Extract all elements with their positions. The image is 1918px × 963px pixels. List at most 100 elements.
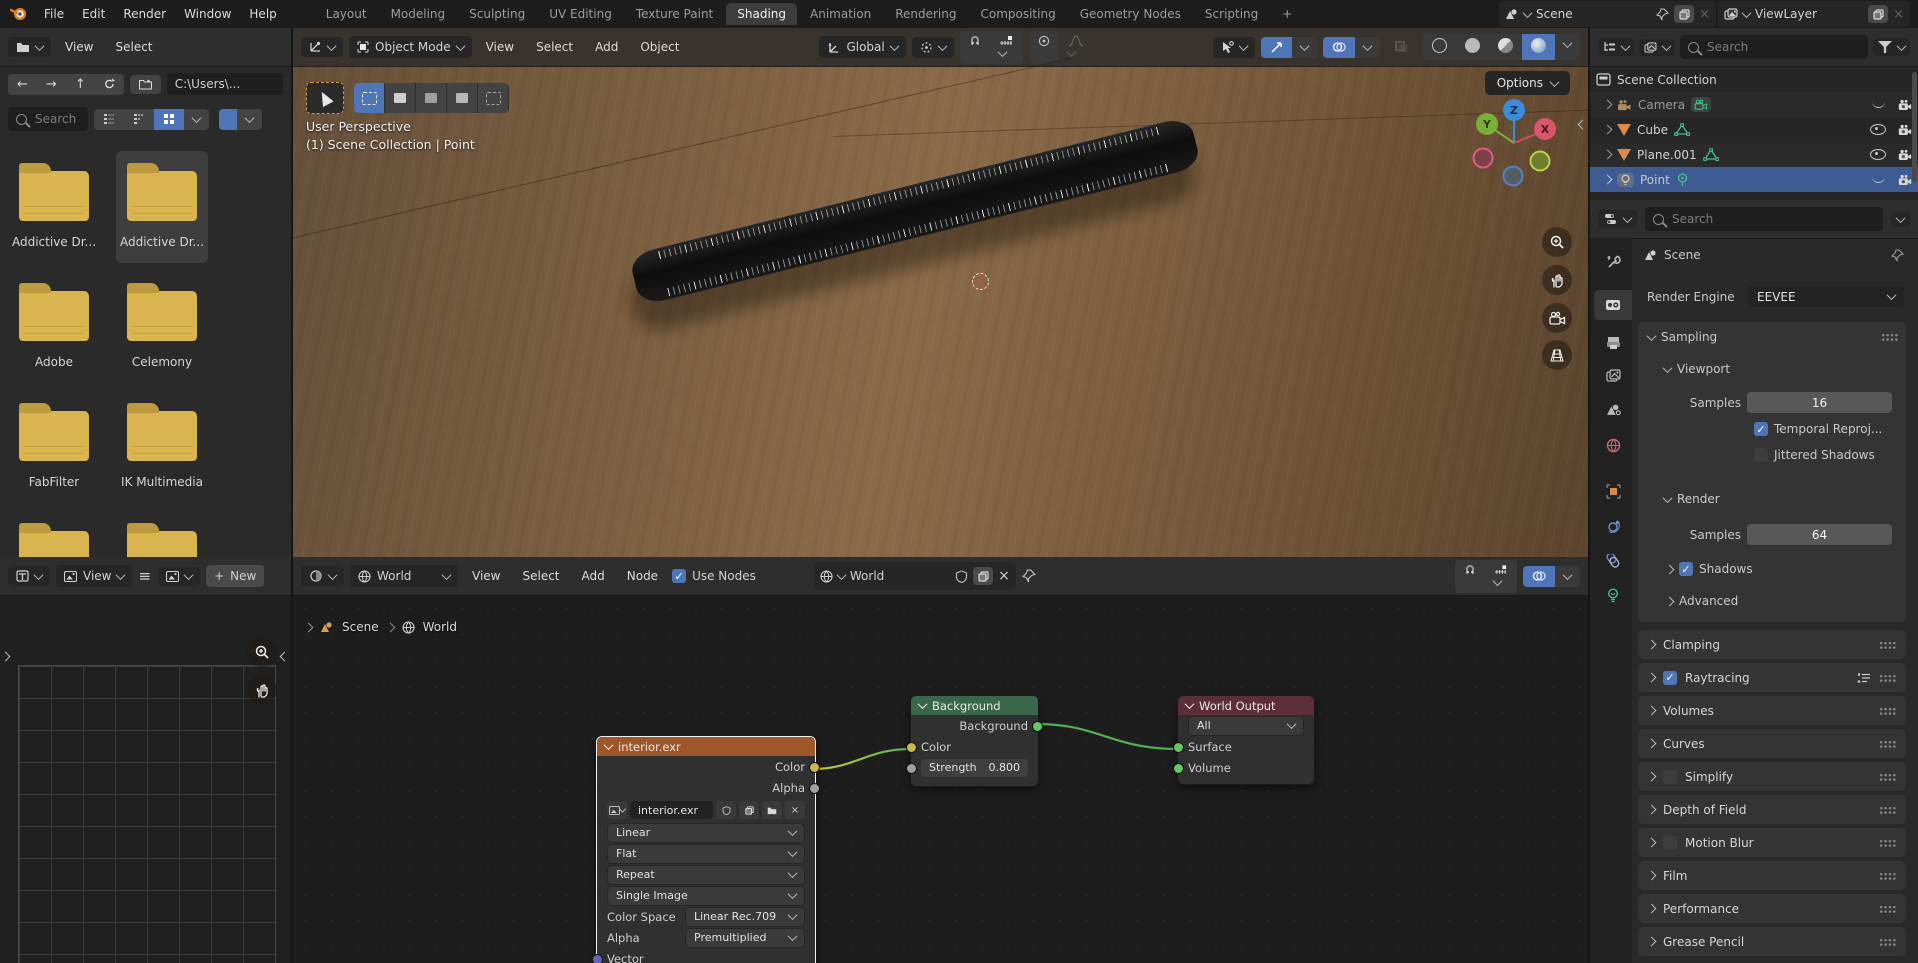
proportional-edit-button[interactable] (1029, 31, 1059, 64)
file-search-text[interactable] (33, 111, 80, 127)
world-datablock-selector[interactable]: World × (814, 562, 1016, 590)
object-type-visibility-dropdown[interactable] (1213, 37, 1255, 58)
drag-grip-icon[interactable] (1879, 806, 1896, 814)
strength-input-socket[interactable] (906, 763, 917, 774)
node-snap-toggle[interactable] (1455, 560, 1485, 593)
image-canvas-grid[interactable] (18, 665, 276, 963)
outliner-row-camera[interactable]: Camera (1590, 92, 1918, 117)
extension-dropdown[interactable]: Repeat (607, 865, 805, 885)
node-header[interactable]: interior.exr (597, 737, 815, 756)
node-header[interactable]: World Output (1178, 696, 1314, 715)
background-output-socket[interactable] (1032, 721, 1043, 732)
temporal-reprojection-row[interactable]: ✓ Temporal Reproj... (1754, 422, 1882, 436)
section-motion-blur[interactable]: Motion Blur (1638, 828, 1906, 857)
viewport-zoom-button[interactable] (1542, 227, 1572, 257)
menu-render[interactable]: Render (115, 4, 174, 24)
section-depth-of-field[interactable]: Depth of Field (1638, 795, 1906, 824)
folder-tile[interactable]: Addictive Dr... (8, 151, 100, 263)
outliner-scrollbar[interactable] (1912, 72, 1917, 182)
drag-grip-icon[interactable] (1879, 905, 1896, 913)
snap-settings-dropdown[interactable] (990, 31, 1023, 64)
render-samples-value[interactable]: 64 (1747, 524, 1892, 545)
mesh-data-icon[interactable] (1674, 123, 1690, 137)
shader-menu-view[interactable]: View (464, 566, 508, 586)
pin-datablock-icon[interactable] (1022, 569, 1036, 583)
shadows-checkbox[interactable]: ✓ (1679, 562, 1693, 576)
viewlayer-selector[interactable]: ViewLayer × (1718, 1, 1910, 27)
parent-dir-button[interactable]: ↑ (66, 74, 95, 95)
color-space-dropdown[interactable]: Linear Rec.709 (685, 907, 805, 927)
folder-tile[interactable]: FabFilter (8, 391, 100, 503)
tab-constraints[interactable] (1594, 546, 1632, 576)
drag-grip-icon[interactable] (1879, 641, 1896, 649)
tab-rendering[interactable]: Rendering (884, 3, 967, 25)
strength-field[interactable]: Strength 0.800 (921, 759, 1028, 777)
file-menu-view[interactable]: View (57, 37, 101, 57)
disable-render-toggle-camera-icon[interactable] (1898, 124, 1912, 136)
node-background[interactable]: Background Background Color Strength 0.8… (910, 695, 1039, 787)
color-output-socket[interactable] (809, 762, 820, 773)
shader-type-dropdown[interactable]: World (350, 565, 458, 587)
drag-grip-icon[interactable] (1879, 872, 1896, 880)
properties-search-input[interactable] (1645, 207, 1883, 231)
chevron-right-icon[interactable] (304, 622, 314, 632)
shading-wireframe-button[interactable] (1423, 34, 1456, 60)
fake-user-shield-button[interactable] (716, 801, 736, 819)
unlink-image-button[interactable]: × (785, 801, 805, 819)
drag-grip-icon[interactable] (1879, 707, 1896, 715)
outliner-row-cube[interactable]: Cube (1590, 117, 1918, 142)
tab-physics[interactable] (1594, 511, 1632, 541)
shield-icon[interactable] (955, 570, 968, 583)
viewport-subpanel-header[interactable]: Viewport (1664, 362, 1730, 376)
folder-tile[interactable]: Adobe (8, 271, 100, 383)
shader-menu-select[interactable]: Select (514, 566, 567, 586)
expand-arrow-icon[interactable] (1603, 125, 1613, 135)
select-mode-invert[interactable] (447, 83, 478, 113)
shading-rendered-button[interactable] (1522, 34, 1555, 60)
open-image-folder-button[interactable] (762, 801, 782, 819)
copy-image-button[interactable] (739, 801, 759, 819)
node-snap-settings-dropdown[interactable] (1485, 560, 1517, 593)
use-nodes-toggle[interactable]: ✓ Use Nodes (672, 569, 756, 583)
vector-input-socket[interactable] (592, 954, 603, 963)
gizmo-settings-dropdown[interactable] (1292, 37, 1317, 58)
section-raytracing[interactable]: ✓ Raytracing (1638, 663, 1906, 692)
pin-icon[interactable] (1656, 8, 1669, 21)
surface-input-socket[interactable] (1173, 742, 1184, 753)
hide-viewport-toggle-eye-icon[interactable] (1870, 124, 1886, 135)
viewport-samples-value[interactable]: 16 (1747, 392, 1892, 413)
editor-type-button[interactable] (301, 566, 344, 586)
menu-file[interactable]: File (36, 4, 72, 24)
tab-scene[interactable] (1594, 394, 1632, 424)
motion-blur-checkbox[interactable] (1663, 836, 1677, 850)
folder-tile-selected[interactable]: Addictive Dr... (116, 151, 208, 263)
drag-grip-icon[interactable] (1879, 740, 1896, 748)
mode-dropdown[interactable]: Object Mode (349, 36, 472, 58)
section-clamping[interactable]: Clamping (1638, 630, 1906, 659)
show-gizmo-button[interactable] (1261, 37, 1292, 58)
display-vertical-list-button[interactable] (94, 109, 124, 130)
tab-output[interactable] (1594, 328, 1632, 358)
file-menu-select[interactable]: Select (107, 37, 160, 57)
node-header[interactable]: Background (911, 696, 1038, 715)
outliner-search-text[interactable] (1705, 39, 1860, 55)
node-overlays-dropdown[interactable] (1555, 566, 1580, 587)
image-browse-dropdown[interactable] (607, 801, 627, 819)
node-overlays-button[interactable] (1523, 566, 1555, 587)
simplify-checkbox[interactable] (1663, 770, 1677, 784)
options-button[interactable]: Options (1485, 71, 1570, 95)
folder-tile-partial[interactable] (8, 511, 100, 557)
section-curves[interactable]: Curves (1638, 729, 1906, 758)
interpolation-dropdown[interactable]: Linear (607, 823, 805, 843)
outliner-row-scene-collection[interactable]: Scene Collection (1590, 67, 1918, 92)
new-copy-icon[interactable] (973, 567, 993, 585)
drag-grip-icon[interactable] (1879, 938, 1896, 946)
projection-dropdown[interactable]: Flat (607, 844, 805, 864)
filter-settings-dropdown[interactable] (237, 109, 262, 130)
outliner-display-mode-dropdown[interactable] (1598, 38, 1634, 56)
panel-collapse-arrow[interactable] (281, 649, 288, 663)
editor-type-button[interactable] (8, 566, 50, 586)
tab-sculpting[interactable]: Sculpting (458, 3, 536, 25)
image-name-field[interactable]: interior.exr (630, 801, 713, 819)
chevron-down-icon[interactable] (1185, 699, 1195, 709)
